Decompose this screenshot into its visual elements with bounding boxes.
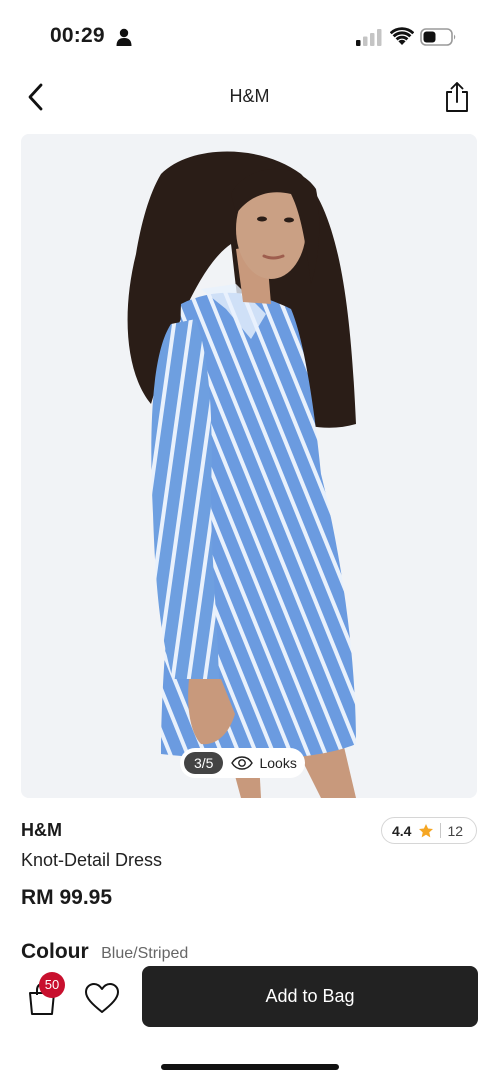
cellular-signal-icon <box>356 29 382 46</box>
looks-label: Looks <box>259 755 297 771</box>
rating-value: 4.4 <box>392 822 412 839</box>
share-icon <box>446 82 468 112</box>
star-icon <box>419 823 434 837</box>
status-bar: 00:29 <box>0 0 499 74</box>
rating-badge[interactable]: 4.4 12 <box>381 817 477 844</box>
heart-icon[interactable] <box>84 982 120 1014</box>
image-indicator: 3/5 Looks <box>180 748 305 778</box>
bottom-action-bar: 50 Add to Bag <box>0 962 499 1080</box>
status-time: 00:29 <box>50 24 105 47</box>
colour-label: Colour <box>21 940 89 962</box>
page-title: H&M <box>229 86 270 106</box>
colour-value: Blue/Striped <box>101 945 189 962</box>
product-price: RM 99.95 <box>21 886 113 909</box>
share-button[interactable] <box>440 80 474 114</box>
looks-button[interactable]: Looks <box>231 755 297 771</box>
person-icon <box>116 28 132 46</box>
battery-icon <box>420 28 456 46</box>
product-photo <box>21 134 477 798</box>
rating-divider <box>440 823 442 838</box>
image-page-counter: 3/5 <box>184 752 224 774</box>
review-count: 12 <box>447 822 464 839</box>
eye-icon <box>231 756 254 770</box>
add-to-bag-button[interactable]: Add to Bag <box>142 966 478 1027</box>
home-indicator <box>161 1064 339 1070</box>
nav-bar: H&M <box>0 74 499 120</box>
wifi-icon <box>390 27 414 45</box>
brand-name: H&M <box>21 820 62 840</box>
product-name: Knot-Detail Dress <box>21 850 163 870</box>
bag-count-badge: 50 <box>39 972 65 998</box>
product-image[interactable] <box>21 134 477 798</box>
colour-row: Colour Blue/Striped <box>21 940 321 962</box>
